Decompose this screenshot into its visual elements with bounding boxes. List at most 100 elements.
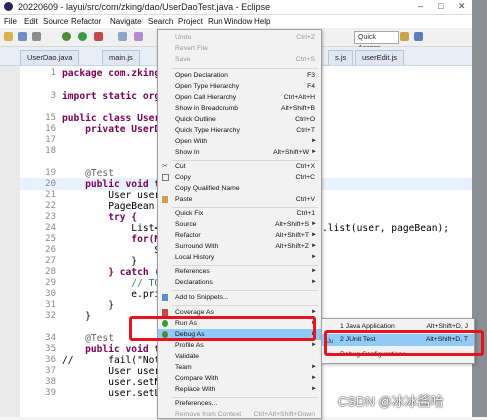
menu-item-references[interactable]: References ► bbox=[158, 266, 321, 277]
menu-help[interactable]: Help bbox=[254, 17, 270, 26]
line-number: 22 bbox=[45, 201, 56, 211]
menu-window[interactable]: Window bbox=[224, 17, 252, 26]
quick-access-input[interactable]: Quick Access bbox=[354, 31, 399, 52]
menu-item-copy-qualified-name[interactable]: Copy Qualified Name bbox=[158, 183, 321, 194]
code-line: List<Ma bbox=[62, 223, 172, 234]
menu-item-refactor[interactable]: Refactor Alt+Shift+T ► bbox=[158, 230, 321, 241]
menu-item-quick-outline[interactable]: Quick Outline Ctrl+O bbox=[158, 114, 321, 125]
paste-icon bbox=[162, 196, 168, 203]
menu-project[interactable]: Project bbox=[178, 17, 203, 26]
line-number: 3 bbox=[50, 91, 56, 101]
code-line: public void tes bbox=[62, 344, 172, 355]
line-number: 36 bbox=[45, 355, 56, 365]
menu-item-declarations[interactable]: Declarations ► bbox=[158, 277, 321, 288]
save-icon[interactable] bbox=[18, 32, 27, 41]
menu-item-undo[interactable]: Undo Ctrl+Z bbox=[158, 32, 321, 43]
line-number: 32 bbox=[45, 311, 56, 321]
code-line: @Test bbox=[62, 333, 114, 344]
menu-item-validate[interactable]: Validate bbox=[158, 351, 321, 362]
coverage-icon bbox=[162, 309, 168, 316]
debug-icon[interactable] bbox=[62, 32, 71, 41]
menu-source[interactable]: Source bbox=[43, 17, 68, 26]
menu-item-paste[interactable]: Paste Ctrl+V bbox=[158, 194, 321, 205]
code-line: public void tes bbox=[62, 179, 172, 190]
submenu-arrow-icon: ► bbox=[311, 232, 317, 238]
new-icon[interactable] bbox=[4, 32, 13, 41]
code-line: package com.zking. bbox=[62, 68, 166, 79]
line-number: 27 bbox=[45, 256, 56, 266]
menu-item-open-with[interactable]: Open With ► bbox=[158, 136, 321, 147]
line-number: 35 bbox=[45, 344, 56, 354]
menu-file[interactable]: File bbox=[4, 17, 17, 26]
code-line: e.print bbox=[62, 289, 172, 300]
menu-item-compare-with[interactable]: Compare With ► bbox=[158, 373, 321, 384]
menu-edit[interactable]: Edit bbox=[24, 17, 38, 26]
menu-item-open-declaration[interactable]: Open Declaration F3 bbox=[158, 70, 321, 81]
submenu-arrow-icon: ► bbox=[311, 268, 317, 274]
coverage-icon[interactable] bbox=[94, 32, 103, 41]
menu-item-team[interactable]: Team ► bbox=[158, 362, 321, 373]
code-line: } bbox=[62, 300, 114, 311]
line-number: 24 bbox=[45, 223, 56, 233]
code-line: user.setNam bbox=[62, 377, 172, 388]
code-line: // TODO bbox=[62, 278, 172, 289]
menu-item-show-in[interactable]: Show In Alt+Shift+W ► bbox=[158, 147, 321, 158]
submenu-arrow-icon: ► bbox=[311, 254, 317, 260]
code-line: import static org.j bbox=[62, 91, 172, 102]
menu-run[interactable]: Run bbox=[208, 17, 223, 26]
code-line-fragment: .list(user, pageBean); bbox=[322, 223, 450, 234]
close-button[interactable]: ✕ bbox=[458, 1, 466, 12]
menu-item-preferences[interactable]: Preferences... bbox=[158, 398, 321, 409]
menu-item-surround-with[interactable]: Surround With Alt+Shift+Z ► bbox=[158, 241, 321, 252]
search-icon[interactable] bbox=[118, 32, 127, 41]
tab-userdao[interactable]: UserDao.java bbox=[20, 50, 80, 65]
tab-main-js[interactable]: main.js bbox=[102, 50, 140, 65]
menu-item-open-type-hierarchy[interactable]: Open Type Hierarchy F4 bbox=[158, 81, 321, 92]
line-number: 20 bbox=[45, 179, 56, 189]
menu-item-show-in-breadcrumb[interactable]: Show in Breadcrumb Alt+Shift+B bbox=[158, 103, 321, 114]
perspective-icon[interactable] bbox=[400, 32, 409, 41]
menu-item-source[interactable]: Source Alt+Shift+S ► bbox=[158, 219, 321, 230]
menu-search[interactable]: Search bbox=[148, 17, 173, 26]
minimize-button[interactable]: – bbox=[418, 1, 423, 11]
maximize-button[interactable]: □ bbox=[438, 1, 443, 11]
menu-item-add-to-snippets[interactable]: Add to Snippets... bbox=[158, 292, 321, 303]
line-number: 38 bbox=[45, 377, 56, 387]
menu-item-remove-from-context[interactable]: Remove from Context Ctrl+Alt+Shift+Down bbox=[158, 409, 321, 420]
menu-item-profile-as[interactable]: Profile As ► bbox=[158, 340, 321, 351]
open-type-icon[interactable] bbox=[134, 32, 143, 41]
line-number: 37 bbox=[45, 366, 56, 376]
cut-icon: ✂ bbox=[162, 163, 168, 170]
submenu-arrow-icon: ► bbox=[311, 342, 317, 348]
line-number: 18 bbox=[45, 146, 56, 156]
code-line: try { bbox=[62, 212, 138, 223]
menu-item-quick-type-hierarchy[interactable]: Quick Type Hierarchy Ctrl+T bbox=[158, 125, 321, 136]
submenu-arrow-icon: ► bbox=[311, 149, 317, 155]
line-number: 16 bbox=[45, 124, 56, 134]
tab-s-js[interactable]: s.js bbox=[328, 50, 354, 65]
menu-item-copy[interactable]: Copy Ctrl+C bbox=[158, 172, 321, 183]
line-number: 26 bbox=[45, 245, 56, 255]
print-icon[interactable] bbox=[32, 32, 41, 41]
submenu-arrow-icon: ► bbox=[311, 279, 317, 285]
code-line: user.setLop bbox=[62, 388, 172, 399]
run-icon[interactable] bbox=[78, 32, 87, 41]
java-perspective-icon[interactable] bbox=[414, 32, 423, 41]
menu-item-quick-fix[interactable]: Quick Fix Ctrl+1 bbox=[158, 208, 321, 219]
menu-navigate[interactable]: Navigate bbox=[110, 17, 142, 26]
submenu-arrow-icon: ► bbox=[311, 138, 317, 144]
code-line: User user = bbox=[62, 366, 172, 377]
tab-useredit-js[interactable]: userEdit.js bbox=[355, 50, 405, 65]
menu-item-local-history[interactable]: Local History ► bbox=[158, 252, 321, 263]
menu-item-revert-file[interactable]: Revert File bbox=[158, 43, 321, 54]
line-number: 1 bbox=[50, 68, 56, 78]
menu-refactor[interactable]: Refactor bbox=[71, 17, 101, 26]
menu-item-open-call-hierarchy[interactable]: Open Call Hierarchy Ctrl+Alt+H bbox=[158, 92, 321, 103]
menu-item-cut[interactable]: ✂ Cut Ctrl+X bbox=[158, 161, 321, 172]
menu-item-replace-with[interactable]: Replace With ► bbox=[158, 384, 321, 395]
submenu-arrow-icon: ► bbox=[311, 364, 317, 370]
menu-item-save[interactable]: Save Ctrl+S bbox=[158, 54, 321, 65]
code-line: public class UserDa bbox=[62, 113, 172, 124]
line-number: 15 bbox=[45, 113, 56, 123]
line-number: 25 bbox=[45, 234, 56, 244]
